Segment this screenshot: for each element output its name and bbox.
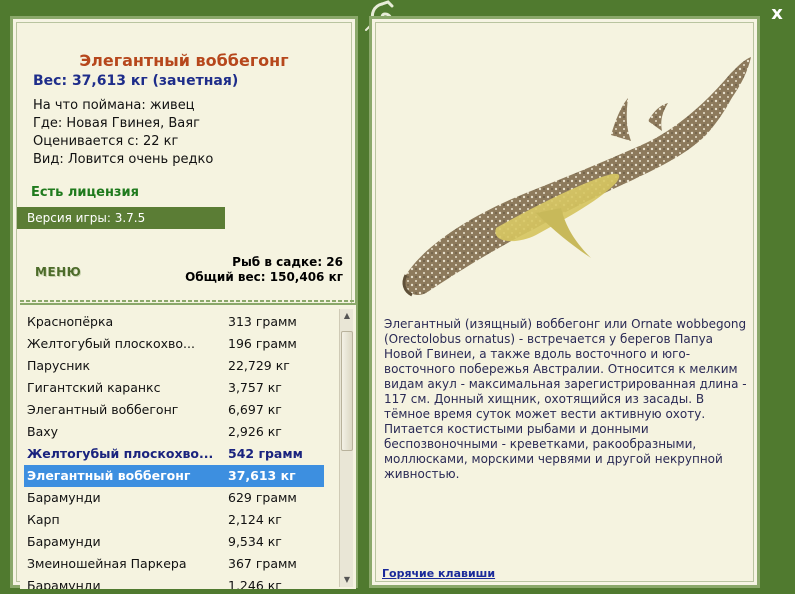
list-item[interactable]: Элегантный воббегонг 37,613 кг bbox=[24, 465, 324, 487]
fish-name: Карп bbox=[27, 512, 60, 527]
fish-weight-value: 629 грамм bbox=[228, 490, 297, 505]
fish-weight-value: 2,926 кг bbox=[228, 424, 282, 439]
list-item[interactable]: Гигантский каранкс 3,757 кг bbox=[24, 377, 324, 399]
fish-weight-value: 2,124 кг bbox=[228, 512, 282, 527]
fish-description-inner: Элегантный (изящный) воббегонг или Ornat… bbox=[375, 22, 754, 582]
menu-button[interactable]: МЕНЮ bbox=[35, 265, 81, 279]
fish-weight-value: 1,246 кг bbox=[228, 578, 282, 589]
game-version: Версия игры: 3.7.5 bbox=[17, 207, 225, 229]
fish-weight-value: 6,697 кг bbox=[228, 402, 282, 417]
detail-bait: На что поймана: живец bbox=[33, 98, 195, 113]
fish-name: Барамунди bbox=[27, 578, 101, 589]
hotkeys-link[interactable]: Горячие клавиши bbox=[382, 567, 495, 580]
list-item[interactable]: Парусник 22,729 кг bbox=[24, 355, 324, 377]
list-item[interactable]: Ваху 2,926 кг bbox=[24, 421, 324, 443]
fish-name: Гигантский каранкс bbox=[27, 380, 161, 395]
close-icon[interactable]: x bbox=[767, 4, 787, 24]
scroll-down-icon[interactable]: ▼ bbox=[341, 574, 353, 586]
fish-weight-value: 367 грамм bbox=[228, 556, 297, 571]
fish-description-panel: Элегантный (изящный) воббегонг или Ornat… bbox=[369, 16, 760, 588]
list-item[interactable]: Змеиношейная Паркера 367 грамм bbox=[24, 553, 324, 575]
fish-weight-value: 9,534 кг bbox=[228, 534, 282, 549]
fish-details: На что поймана: живец Где: Новая Гвинея,… bbox=[33, 97, 213, 169]
list-item[interactable]: Элегантный воббегонг 6,697 кг bbox=[24, 399, 324, 421]
fish-description: Элегантный (изящный) воббегонг или Ornat… bbox=[384, 317, 747, 481]
list-item[interactable]: Барамунди 629 грамм bbox=[24, 487, 324, 509]
fish-info-inner: Элегантный воббегонг Вес: 37,613 кг (зач… bbox=[16, 22, 356, 589]
fish-name: Парусник bbox=[27, 358, 91, 373]
list-item[interactable]: Барамунди 1,246 кг bbox=[24, 575, 324, 589]
detail-rarity: Вид: Ловится очень редко bbox=[33, 152, 214, 167]
catch-stats: Рыб в садке: 26 Общий вес: 150,406 кг bbox=[185, 255, 343, 285]
fish-weight-value: 313 грамм bbox=[228, 314, 297, 329]
fish-weight: Вес: 37,613 кг (зачетная) bbox=[33, 73, 239, 89]
list-divider bbox=[20, 300, 356, 302]
fish-name: Барамунди bbox=[27, 534, 101, 549]
list-item[interactable]: Желтогубый плоскохво... 542 грамм bbox=[24, 443, 324, 465]
fish-count: Рыб в садке: 26 bbox=[232, 255, 343, 269]
scroll-up-icon[interactable]: ▲ bbox=[341, 310, 353, 322]
fish-name: Барамунди bbox=[27, 490, 101, 505]
total-weight: Общий вес: 150,406 кг bbox=[185, 270, 343, 284]
fish-name: Змеиношейная Паркера bbox=[27, 556, 187, 571]
license-status: Есть лицензия bbox=[31, 185, 139, 200]
fish-name: Желтогубый плоскохво... bbox=[27, 446, 214, 461]
fish-weight-value: 37,613 кг bbox=[228, 468, 296, 483]
list-scrollbar[interactable]: ▲ ▼ bbox=[339, 309, 353, 587]
wobbegong-image bbox=[402, 57, 751, 297]
fish-name: Элегантный воббегонг bbox=[27, 402, 179, 417]
list-item[interactable]: Желтогубый плоскохво... 196 грамм bbox=[24, 333, 324, 355]
fish-name: Ваху bbox=[27, 424, 59, 439]
scroll-thumb[interactable] bbox=[341, 331, 353, 451]
list-item[interactable]: Барамунди 9,534 кг bbox=[24, 531, 324, 553]
fish-info-panel: Элегантный воббегонг Вес: 37,613 кг (зач… bbox=[10, 16, 358, 589]
fish-weight-value: 22,729 кг bbox=[228, 358, 290, 373]
game-window: x Элегантный воббегонг Вес: 37,613 кг (з… bbox=[0, 0, 795, 594]
catch-list: Краснопёрка 313 грамм Желтогубый плоскохво… bbox=[20, 303, 356, 589]
detail-location: Где: Новая Гвинея, Ваяг bbox=[33, 116, 200, 131]
fish-title: Элегантный воббегонг bbox=[79, 51, 289, 70]
fish-name: Краснопёрка bbox=[27, 314, 114, 329]
detail-rating: Оценивается с: 22 кг bbox=[33, 134, 179, 149]
list-item[interactable]: Карп 2,124 кг bbox=[24, 509, 324, 531]
fish-name: Элегантный воббегонг bbox=[27, 468, 191, 483]
fish-weight-value: 542 грамм bbox=[228, 446, 303, 461]
list-item[interactable]: Краснопёрка 313 грамм bbox=[24, 311, 324, 333]
fish-name: Желтогубый плоскохво... bbox=[27, 336, 195, 351]
fish-weight-value: 196 грамм bbox=[228, 336, 297, 351]
fish-weight-value: 3,757 кг bbox=[228, 380, 282, 395]
